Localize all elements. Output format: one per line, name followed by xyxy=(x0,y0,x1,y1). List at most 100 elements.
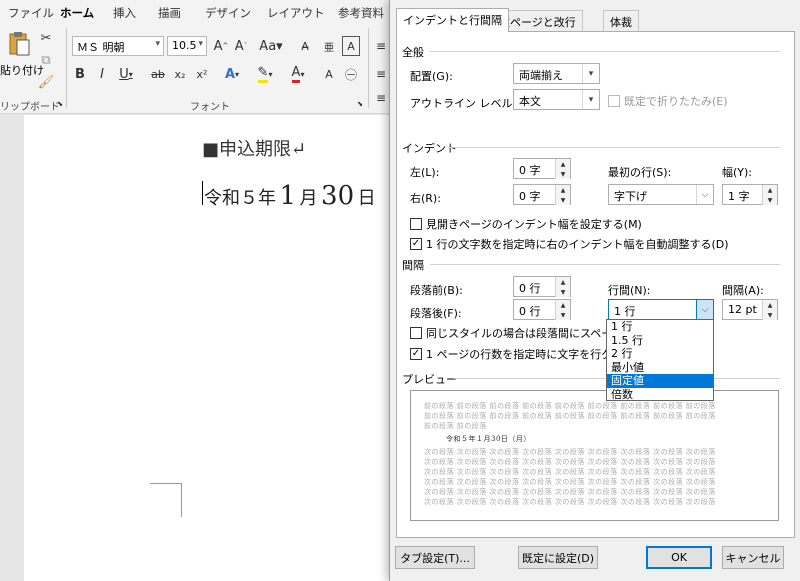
spacing-at-label: 間隔(A): xyxy=(722,284,764,297)
bullets-icon[interactable]: ≡ xyxy=(374,36,388,56)
superscript-icon[interactable]: x² xyxy=(194,64,210,84)
chevron-down-icon: ▾ xyxy=(155,39,160,49)
date-number: 30 xyxy=(321,181,355,211)
auto-adjust-indent-checkbox[interactable]: ✓ 1 行の文字数を指定時に右のインデント幅を自動調整する(D) xyxy=(410,236,729,252)
section-divider xyxy=(430,51,780,52)
document-page[interactable]: ■申込期限↵ 令和５年 1 月 30 日 xyxy=(24,115,390,581)
tab-design[interactable]: デザイン xyxy=(205,5,251,21)
section-spacing-title: 間隔 xyxy=(402,259,424,272)
section-general-title: 全般 xyxy=(402,46,424,59)
tab-insert[interactable]: 挿入 xyxy=(113,5,136,21)
font-name-combo[interactable]: ＭＳ 明朝 ▾ xyxy=(72,36,164,56)
doc-date-line: 令和５年 1 月 30 日 xyxy=(204,181,376,211)
preview-next-paragraph: 次の段落 次の段落 次の段落 次の段落 次の段落 次の段落 次の段落 次の段落 … xyxy=(424,488,716,496)
collapse-by-default-checkbox[interactable]: 既定で折りたたみ(E) xyxy=(608,93,728,109)
change-case-icon[interactable]: Aa▾ xyxy=(258,36,284,56)
mirror-indents-checkbox[interactable]: 見開きページのインデント幅を設定する(M) xyxy=(410,216,642,232)
checkbox-box xyxy=(608,95,620,107)
spin-down-icon[interactable]: ▼ xyxy=(555,310,570,320)
font-size-combo[interactable]: 10.5 ▾ xyxy=(167,36,207,56)
checkmark-icon: ✓ xyxy=(410,348,422,360)
line-spacing-option[interactable]: 1 行 xyxy=(607,320,713,334)
font-launcher-icon[interactable]: ⬊ xyxy=(356,100,364,108)
text-cursor xyxy=(202,181,203,205)
character-border-icon[interactable]: A xyxy=(342,36,360,56)
align-icon[interactable]: ≡ xyxy=(374,64,388,84)
spin-down-icon[interactable]: ▼ xyxy=(555,287,570,297)
spin-up-icon[interactable]: ▲ xyxy=(555,159,570,169)
preview-previous-paragraph: 前の段落 前の段落 前の段落 前の段落 前の段落 前の段落 前の段落 前の段落 … xyxy=(424,412,716,420)
tab-asian-typography[interactable]: 体裁 xyxy=(603,10,639,32)
spin-down-icon[interactable]: ▼ xyxy=(762,310,777,320)
spin-down-icon[interactable]: ▼ xyxy=(555,169,570,179)
spin-up-icon[interactable]: ▲ xyxy=(555,300,570,310)
space-after-value: 0 行 xyxy=(519,305,541,318)
line-spacing-option[interactable]: 1.5 行 xyxy=(607,334,713,348)
spin-down-icon[interactable]: ▼ xyxy=(762,195,777,205)
tab-draw[interactable]: 描画 xyxy=(158,5,181,21)
indent-width-spinner[interactable]: 1 字 ▲ ▼ xyxy=(722,184,778,205)
cancel-button[interactable]: キャンセル xyxy=(722,546,784,569)
bold-icon[interactable]: B xyxy=(72,64,88,84)
checkbox-box xyxy=(410,218,422,230)
cut-icon[interactable]: ✂ xyxy=(38,30,54,46)
indent-right-spinner[interactable]: 0 字 ▲ ▼ xyxy=(513,184,571,205)
line-spacing-option[interactable]: 最小値 xyxy=(607,361,713,375)
italic-icon[interactable]: I xyxy=(94,64,110,84)
space-before-spinner[interactable]: 0 行 ▲ ▼ xyxy=(513,276,571,297)
phonetic-guide-icon[interactable]: 亜 xyxy=(320,36,338,56)
line-spacing-option[interactable]: 倍数 xyxy=(607,388,713,402)
date-unit: 日 xyxy=(357,188,376,209)
tabs-button[interactable]: タブ設定(T)... xyxy=(395,546,475,569)
first-line-select[interactable]: 字下げ ⌵ xyxy=(608,184,714,205)
tab-home[interactable]: ホーム xyxy=(60,5,95,26)
alignment-select[interactable]: 両端揃え ▾ xyxy=(513,63,600,84)
underline-icon[interactable]: U ▾ xyxy=(114,64,138,84)
highlight-icon[interactable]: ✎ ▾ xyxy=(252,64,278,84)
preview-previous-paragraph: 前の段落 前の段落 前の段落 前の段落 前の段落 前の段落 前の段落 前の段落 … xyxy=(424,402,716,410)
line-spacing-option[interactable]: 2 行 xyxy=(607,347,713,361)
spin-up-icon[interactable]: ▲ xyxy=(762,300,777,310)
auto-adjust-label: 1 行の文字数を指定時に右のインデント幅を自動調整する(D) xyxy=(426,238,729,251)
strikethrough-icon[interactable]: ab xyxy=(148,64,168,84)
space-after-spinner[interactable]: 0 行 ▲ ▼ xyxy=(513,299,571,320)
copy-icon[interactable]: ⧉ xyxy=(38,52,54,68)
tab-file[interactable]: ファイル xyxy=(8,5,54,21)
outline-level-select[interactable]: 本文 ▾ xyxy=(513,89,600,110)
spacing-at-spinner[interactable]: 12 pt ▲ ▼ xyxy=(722,299,778,320)
indent-left-label: 左(L): xyxy=(410,166,440,179)
clear-formatting-icon[interactable]: A̶ xyxy=(296,36,314,56)
chevron-down-icon: ⌵ xyxy=(696,185,713,204)
line-spacing-label: 行間(N): xyxy=(608,284,651,297)
spin-up-icon[interactable]: ▲ xyxy=(555,277,570,287)
tab-indent-spacing[interactable]: インデントと行間隔 xyxy=(396,8,509,32)
line-spacing-option-highlighted[interactable]: 固定値 xyxy=(607,374,713,388)
ok-button[interactable]: OK xyxy=(646,546,712,569)
shading-icon[interactable]: ≡ xyxy=(374,90,388,106)
group-divider xyxy=(368,28,369,108)
font-color-icon[interactable]: A ▾ xyxy=(286,64,310,84)
clipboard-launcher-icon[interactable]: ⬊ xyxy=(56,100,64,108)
tab-references[interactable]: 参考資料 xyxy=(338,5,384,21)
spin-up-icon[interactable]: ▲ xyxy=(555,185,570,195)
paste-icon[interactable] xyxy=(6,30,32,58)
spin-up-icon[interactable]: ▲ xyxy=(762,185,777,195)
subscript-icon[interactable]: x₂ xyxy=(172,64,188,84)
spin-down-icon[interactable]: ▼ xyxy=(555,195,570,205)
text-effects-icon[interactable]: A ▾ xyxy=(220,64,244,84)
shrink-font-icon[interactable]: Aˇ xyxy=(232,36,250,56)
checkmark-icon: ✓ xyxy=(410,238,422,250)
format-painter-icon[interactable]: 🖌 xyxy=(38,74,55,90)
preview-next-paragraph: 次の段落 次の段落 次の段落 次の段落 次の段落 次の段落 次の段落 次の段落 … xyxy=(424,478,716,486)
line-spacing-select[interactable]: 1 行 ⌵ xyxy=(608,299,714,320)
date-era: 令和５年 xyxy=(204,188,276,209)
chevron-down-icon: ▾ xyxy=(198,39,203,49)
date-unit: 月 xyxy=(299,188,318,209)
indent-left-spinner[interactable]: 0 字 ▲ ▼ xyxy=(513,158,571,179)
tab-layout[interactable]: レイアウト xyxy=(267,5,325,21)
enclose-characters-icon[interactable]: ㊀ xyxy=(342,64,360,84)
set-default-button[interactable]: 既定に設定(D) xyxy=(518,546,598,569)
character-shading-icon[interactable]: A xyxy=(320,64,338,84)
first-line-value: 字下げ xyxy=(614,190,647,203)
grow-font-icon[interactable]: A ^ xyxy=(212,36,230,56)
